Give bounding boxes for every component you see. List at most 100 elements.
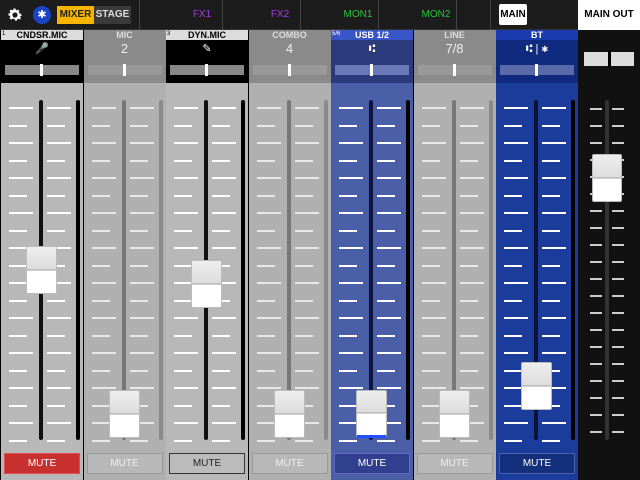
pan-slider[interactable] [335,64,409,76]
channel-strip: USB 1/2 5/6 ⑆ MUTE [331,30,413,480]
fader-scale-tick [339,334,357,337]
fader-scale-tick [174,422,198,424]
channel-name[interactable]: LINE [413,30,496,40]
fader-scale-tick [174,299,192,302]
fader-handle[interactable] [521,361,552,410]
pan-row [413,58,496,83]
mute-button[interactable]: MUTE [251,453,328,474]
fader-scale-tick [256,177,281,179]
fader-scale-tick [256,264,275,267]
fader-scale-tick [459,387,484,389]
main-out-scale-tick [612,125,624,127]
fader-scale-tick [212,159,230,162]
fader-scale-tick [9,404,27,407]
mute-button[interactable]: MUTE [4,453,80,474]
fader-scale-tick [294,369,313,372]
channel-number: 5/6 [332,31,341,37]
channel-name[interactable]: DYN.MIC [166,30,248,40]
gear-icon[interactable] [6,6,24,24]
fader-handle[interactable] [108,390,140,438]
fader-scale-tick [421,264,440,267]
fader-scale-tick [256,282,281,284]
fader-scale-tick [47,352,71,354]
mixer-tab[interactable]: MIXER [57,6,94,24]
fader-scale-tick [377,387,401,389]
fader-scale-tick [91,264,110,267]
microphone-icon: 🎤 [1,40,83,58]
pan-slider[interactable] [252,64,327,76]
fader-scale-tick [339,159,357,162]
fader-scale-tick [459,317,484,319]
channel-name[interactable]: BT [496,30,578,40]
channel-name[interactable]: CNDSR.MIC [1,30,83,40]
send-tab-fx1[interactable]: FX1 [172,0,232,30]
bluetooth-button[interactable]: ✱ [33,6,51,24]
fader-scale-tick [174,229,192,232]
fader-scale-tick [504,422,528,424]
pan-knob[interactable] [122,64,126,76]
pan-knob[interactable] [452,64,456,76]
fader-handle[interactable] [273,390,305,438]
fader-scale-tick [91,229,110,232]
mute-button[interactable]: MUTE [416,453,493,474]
fader-handle[interactable] [191,259,222,308]
main-out-scale-tick [590,414,602,416]
mute-button[interactable]: MUTE [169,453,245,474]
fader-scale-tick [47,142,71,144]
main-out-fader-handle[interactable] [592,154,622,203]
pan-knob[interactable] [40,64,43,76]
fader-scale-tick [504,159,522,162]
pan-slider[interactable] [417,64,492,76]
fader-scale-tick [47,107,71,109]
mute-button[interactable]: MUTE [499,453,575,474]
fader-scale-tick [542,264,560,267]
main-out-balance[interactable] [584,51,634,67]
main-out-scale-tick [590,142,602,144]
fader-scale-tick [9,124,27,127]
pan-slider[interactable] [170,64,244,76]
main-out-scale-tick [590,125,602,127]
fader-scale-tick [339,212,363,214]
send-tab-fx2[interactable]: FX2 [250,0,310,30]
pan-knob[interactable] [370,64,373,76]
pan-slider[interactable] [500,64,574,76]
mute-button[interactable]: MUTE [334,453,410,474]
fader-scale-tick [459,194,478,197]
fader-scale-tick [212,387,236,389]
fader-scale-tick [174,317,198,319]
fader-scale-tick [47,404,65,407]
send-tab-main[interactable]: MAIN [499,4,527,25]
pan-knob[interactable] [287,64,291,76]
fader-scale-tick [9,422,33,424]
fader-scale-tick [459,439,478,442]
main-out-balance-knob[interactable] [608,51,611,67]
fader-handle[interactable] [356,390,387,438]
fader-handle[interactable] [26,246,57,294]
fader-scale-tick [129,387,154,389]
send-tab-mon2[interactable]: MON2 [406,0,466,30]
stage-tab[interactable]: STAGE [94,6,131,24]
pan-knob[interactable] [205,64,208,76]
fader-scale-tick [9,107,33,109]
fader-scale-tick [377,159,395,162]
fader-scale-tick [129,159,148,162]
send-tab-mon1[interactable]: MON1 [328,0,388,30]
channel-name[interactable]: MIC [83,30,166,40]
fader-scale-tick [294,264,313,267]
channel-name[interactable]: USB 1/2 [331,30,413,40]
fader-scale-tick [294,352,319,354]
channel-name[interactable]: COMBO [248,30,331,40]
fader-scale-tick [421,177,446,179]
fader-handle[interactable] [438,390,470,438]
pan-row [331,58,413,83]
fader-scale-tick [129,282,154,284]
fader-area [1,85,83,442]
fader-scale-tick [91,387,116,389]
mute-button[interactable]: MUTE [86,453,163,474]
fader-scale-tick [129,334,148,337]
pan-slider[interactable] [5,64,79,76]
pan-knob[interactable] [535,64,538,76]
fader-scale-tick [256,369,275,372]
main-out-scale-tick [612,346,624,348]
pan-slider[interactable] [87,64,162,76]
